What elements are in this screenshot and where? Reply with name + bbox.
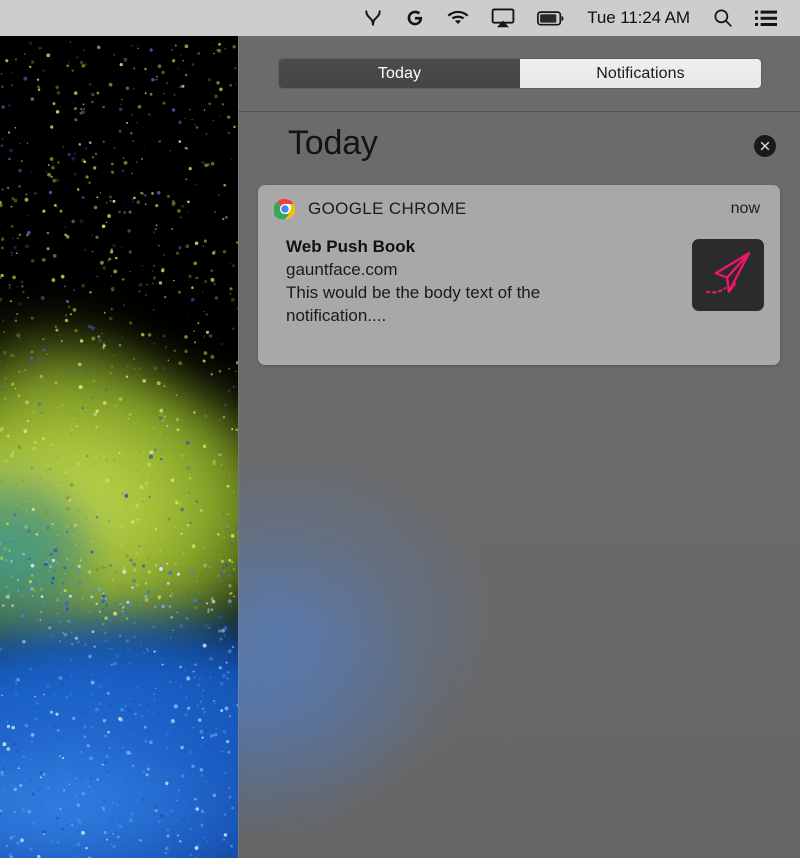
screen: Tue 11:24 AM Today Notifications Today G… [0,0,800,858]
menu-bar-clock[interactable]: Tue 11:24 AM [575,8,702,28]
search-icon[interactable] [702,0,744,36]
fork-branch-icon[interactable] [352,0,394,36]
segmented-control: Today Notifications [279,59,761,88]
wifi-icon[interactable] [436,0,480,36]
battery-icon[interactable] [526,0,575,36]
airplay-icon[interactable] [480,0,526,36]
today-header: Today [238,124,800,184]
notification-app-name: GOOGLE CHROME [308,199,467,218]
tab-bar: Today Notifications [238,36,800,112]
notification-card-body: Web Push Book gauntface.com This would b… [258,233,780,327]
notification-text-block: Web Push Book gauntface.com This would b… [286,233,682,327]
notification-site: gauntface.com [286,260,398,280]
notification-title: Web Push Book [286,237,416,256]
paper-plane-icon [705,251,751,294]
notification-body-text: This would be the body text of the notif… [286,283,541,326]
close-button[interactable] [754,135,776,157]
google-g-icon[interactable] [394,0,436,36]
chrome-icon [274,198,296,220]
notification-center-panel: Today Notifications Today GOOGLE CHROME … [238,36,800,858]
notification-card-header: GOOGLE CHROME now [258,185,780,233]
tab-notifications[interactable]: Notifications [520,59,761,88]
close-icon [760,141,770,151]
notification-timestamp: now [730,200,760,217]
notification-card[interactable]: GOOGLE CHROME now Web Push Book gauntfac… [258,185,780,365]
page-title: Today [288,124,378,162]
tab-bar-divider [238,111,800,112]
tab-today[interactable]: Today [279,59,520,88]
notification-center-list-icon[interactable] [744,0,788,36]
menu-bar: Tue 11:24 AM [0,0,800,36]
notification-image [692,239,764,311]
